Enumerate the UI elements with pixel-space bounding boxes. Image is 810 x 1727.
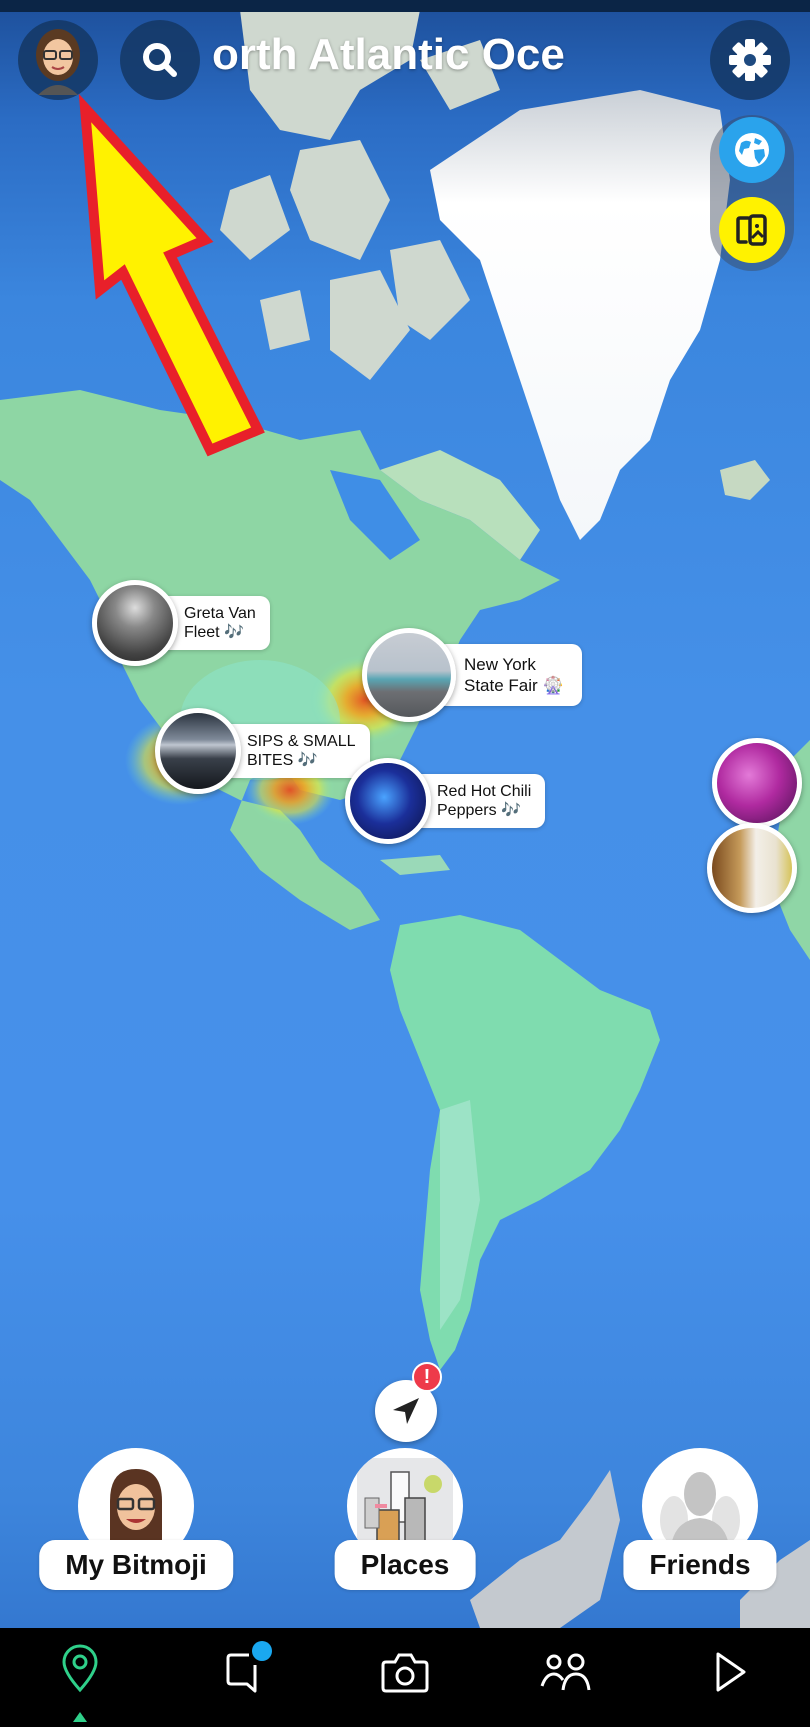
map-pin-icon: [62, 1644, 98, 1693]
story-marker[interactable]: SIPS & SMALL BITES 🎶: [155, 708, 370, 794]
iceland: [720, 460, 770, 500]
search-button[interactable]: [120, 20, 200, 100]
navigation-arrow-icon: [393, 1398, 419, 1424]
tab-camera[interactable]: [375, 1642, 435, 1702]
bitmoji-avatar-icon: [36, 29, 80, 95]
story-label[interactable]: SIPS & SMALL BITES 🎶: [221, 724, 370, 778]
gear-icon: [729, 39, 771, 81]
music-notes-icon: 🎶: [224, 624, 244, 641]
story-marker[interactable]: Red Hot Chili Peppers 🎶: [345, 758, 546, 844]
memories-button[interactable]: [719, 197, 785, 263]
story-thumbnail[interactable]: [155, 708, 241, 794]
story-label[interactable]: Red Hot Chili Peppers 🎶: [411, 774, 546, 828]
ferris-wheel-icon: 🎡: [542, 676, 564, 695]
memories-icon: [736, 214, 767, 246]
bitmoji-icon: [110, 1469, 162, 1541]
story-thumbnail[interactable]: [345, 758, 431, 844]
story-thumbnail[interactable]: [92, 580, 178, 666]
story-label[interactable]: New York State Fair 🎡: [436, 644, 582, 706]
tab-spotlight[interactable]: [700, 1642, 760, 1702]
story-marker[interactable]: New York State Fair 🎡: [362, 628, 582, 722]
music-notes-icon: 🎶: [501, 802, 521, 819]
places-button[interactable]: Places: [305, 1448, 505, 1598]
friends-button[interactable]: Friends: [600, 1448, 800, 1598]
friends-label: Friends: [623, 1540, 777, 1590]
chat-unread-badge: [252, 1641, 272, 1661]
settings-button[interactable]: [710, 20, 790, 100]
places-label: Places: [334, 1540, 476, 1590]
friends-icon: [540, 1653, 591, 1691]
my-bitmoji-button[interactable]: My Bitmoji: [36, 1448, 236, 1598]
tab-stories[interactable]: [537, 1642, 597, 1702]
story-marker[interactable]: Greta Van Fleet 🎶: [92, 580, 270, 666]
my-bitmoji-label: My Bitmoji: [39, 1540, 233, 1590]
music-notes-icon: 🎶: [297, 752, 318, 769]
play-icon: [716, 1652, 746, 1692]
tab-map[interactable]: [50, 1642, 110, 1702]
story-thumb-concert-crowd[interactable]: [712, 738, 802, 828]
globe-icon: [735, 133, 769, 167]
camera-icon: [381, 1653, 429, 1693]
active-tab-indicator: [73, 1712, 87, 1722]
bottom-tab-bar: [0, 1628, 810, 1727]
search-icon: [143, 43, 177, 77]
location-title[interactable]: orth Atlantic Oce: [212, 30, 565, 80]
south-america: [390, 915, 660, 1370]
globe-button[interactable]: [719, 117, 785, 183]
story-thumb-drinks[interactable]: [707, 823, 797, 913]
status-bar-shade: [0, 0, 810, 12]
profile-avatar-button[interactable]: [18, 20, 98, 100]
alert-badge: !: [412, 1362, 442, 1392]
story-thumbnail[interactable]: [362, 628, 456, 722]
